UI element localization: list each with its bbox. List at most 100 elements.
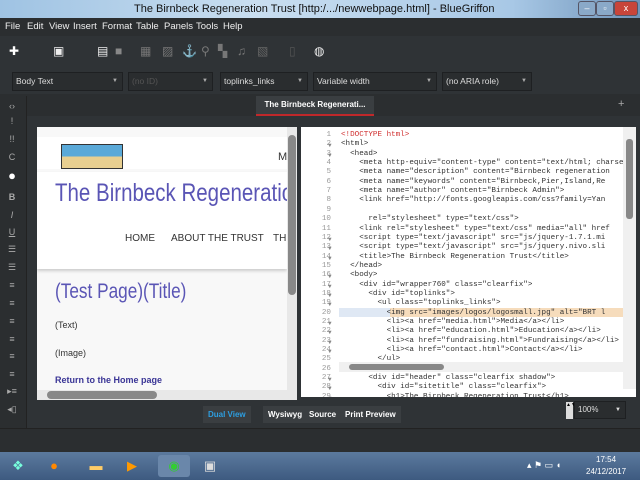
format-toolbar: Body Text ▼ (no ID) ▼ toplinks_links ▼ Vari… — [0, 70, 640, 93]
line-number: 11 — [321, 224, 331, 233]
file-explorer-icon[interactable]: ▬ — [80, 455, 112, 477]
image-icon[interactable]: ▨ — [162, 44, 173, 58]
zoom-select[interactable]: 100% ▼ — [574, 401, 626, 419]
fold-icon[interactable]: ▼ — [328, 142, 332, 149]
app-icon[interactable]: ▣ — [194, 455, 226, 477]
source-pane[interactable]: 1 <!DOCTYPE html> 2 ▼ <html> 3 ▼ <head> 4 <meta… — [301, 127, 636, 397]
scrollbar-thumb[interactable] — [349, 364, 444, 370]
align-center-icon[interactable]: ≡ — [0, 334, 24, 344]
text-placeholder: (Text) — [55, 320, 78, 330]
horizontal-scrollbar[interactable] — [37, 390, 287, 400]
anchor-icon[interactable]: ⚓ — [182, 44, 197, 58]
justify-icon[interactable]: ≡ — [0, 369, 24, 379]
code-vertical-scrollbar[interactable] — [623, 127, 636, 389]
menu-help[interactable]: Help — [223, 18, 243, 36]
color-icon[interactable]: ● — [0, 168, 24, 183]
scrollbar-thumb[interactable] — [47, 391, 157, 399]
tray-icons[interactable]: ▴ ⚑ ▭ ◖ — [527, 460, 561, 471]
fold-icon[interactable]: ▼ — [328, 320, 332, 327]
dual-view-button[interactable]: Dual View — [203, 406, 251, 423]
numbered-list-icon[interactable]: ☰ — [0, 262, 24, 273]
link-icon[interactable]: ⚲ — [201, 44, 210, 58]
stop-icon[interactable]: ■ — [115, 44, 122, 58]
fold-icon[interactable]: ▼ — [328, 292, 332, 299]
class-select[interactable]: toplinks_links ▼ — [220, 72, 308, 91]
code-icon[interactable]: ‹› — [0, 101, 24, 111]
minimize-button[interactable]: – — [578, 1, 596, 16]
menu-tools[interactable]: Tools — [196, 18, 218, 36]
fold-icon[interactable]: ▼ — [328, 348, 332, 355]
close-button[interactable]: x — [614, 1, 638, 16]
open-icon[interactable]: ▣ — [53, 44, 64, 58]
italic-icon[interactable]: I — [0, 210, 24, 220]
menu-view[interactable]: View — [49, 18, 69, 36]
outdent-icon[interactable]: ≡ — [0, 280, 24, 290]
clear-icon[interactable]: C — [0, 152, 24, 162]
indent-icon[interactable]: ≡ — [0, 298, 24, 308]
wysiwyg-button[interactable]: Wysiwyg — [263, 406, 308, 423]
menu-table[interactable]: Table — [136, 18, 159, 36]
code-horizontal-scrollbar[interactable] — [339, 362, 623, 372]
home-link[interactable]: Return to the Home page — [55, 375, 162, 385]
add-tab-icon[interactable]: + — [618, 98, 624, 110]
heading2-icon[interactable]: !! — [0, 134, 24, 144]
new-icon[interactable]: ✚ — [9, 44, 19, 58]
toplink-media[interactable]: M — [278, 151, 287, 163]
menu-edit[interactable]: Edit — [27, 18, 43, 36]
wysiwyg-pane[interactable]: M The Birnbeck Regeneration HOME ABOUT T… — [37, 127, 297, 400]
code-line: <h1>The Birnbeck Regeneration Trust</h1> — [341, 392, 569, 397]
globe-icon[interactable]: ◍ — [314, 44, 324, 58]
scrollbar-thumb[interactable] — [288, 135, 296, 295]
save-icon[interactable]: ▤ — [97, 44, 108, 58]
table-icon[interactable]: ▦ — [140, 44, 151, 58]
menu-insert[interactable]: Insert — [73, 18, 97, 36]
fold-icon[interactable]: ▼ — [328, 329, 332, 336]
maximize-button[interactable]: ▫ — [596, 1, 614, 16]
fold-icon[interactable]: ▼ — [328, 273, 332, 280]
fold-icon[interactable]: ▼ — [328, 339, 332, 346]
menu-panels[interactable]: Panels — [164, 18, 193, 36]
audio-icon[interactable]: ♫ — [237, 44, 246, 58]
nav-about[interactable]: ABOUT THE TRUST — [171, 233, 264, 244]
underline-icon[interactable]: U — [0, 227, 24, 237]
source-button[interactable]: Source — [304, 406, 342, 423]
form-icon[interactable]: ▧ — [257, 44, 268, 58]
menu-file[interactable]: File — [5, 18, 20, 36]
print-preview-button[interactable]: Print Preview — [340, 406, 401, 423]
blockquote-icon[interactable]: ▸≡ — [0, 386, 24, 397]
id-select[interactable]: (no ID) ▼ — [128, 72, 213, 91]
fold-icon[interactable]: ▼ — [328, 385, 332, 392]
document-tab[interactable]: The Birnbeck Regenerati... — [256, 96, 374, 116]
align-right-icon[interactable]: ≡ — [0, 351, 24, 361]
width-select[interactable]: Variable width ▼ — [313, 72, 437, 91]
fold-icon[interactable]: ▼ — [328, 395, 332, 397]
fold-icon[interactable]: ▼ — [328, 301, 332, 308]
bluegriffon-icon[interactable]: ◉ — [158, 455, 190, 477]
line-number: 28 — [321, 383, 331, 392]
vertical-scrollbar[interactable] — [287, 127, 297, 400]
fold-icon[interactable]: ▼ — [328, 255, 332, 262]
fold-icon[interactable]: ▼ — [328, 236, 332, 243]
media-player-icon[interactable]: ▶ — [116, 455, 148, 477]
fold-icon[interactable]: ▼ — [328, 283, 332, 290]
clock-date[interactable]: 24/12/2017 — [586, 467, 626, 476]
video-icon[interactable]: ▚ — [218, 44, 227, 58]
page-icon[interactable]: ▯ — [289, 44, 296, 58]
paragraph-format-select[interactable]: Body Text ▼ — [12, 72, 123, 91]
fold-icon[interactable]: ▼ — [328, 152, 332, 159]
firefox-icon[interactable]: ● — [38, 455, 70, 477]
menu-format[interactable]: Format — [102, 18, 132, 36]
nav-home[interactable]: HOME — [125, 233, 155, 244]
bold-icon[interactable]: B — [0, 192, 24, 202]
zoom-spinner[interactable]: ▲▼ — [566, 402, 576, 419]
aria-role-select[interactable]: (no ARIA role) ▼ — [442, 72, 532, 91]
heading-icon[interactable]: ! — [0, 116, 24, 126]
line-number: 7 — [326, 187, 331, 196]
align-left-icon[interactable]: ≡ — [0, 316, 24, 326]
bullet-list-icon[interactable]: ☰ — [0, 244, 24, 255]
clock-time[interactable]: 17:54 — [596, 455, 616, 464]
fold-icon[interactable]: ▼ — [328, 376, 332, 383]
start-button-icon[interactable]: ❖ — [2, 455, 34, 477]
fold-icon[interactable]: ▼ — [328, 245, 332, 252]
scrollbar-thumb[interactable] — [626, 139, 633, 219]
